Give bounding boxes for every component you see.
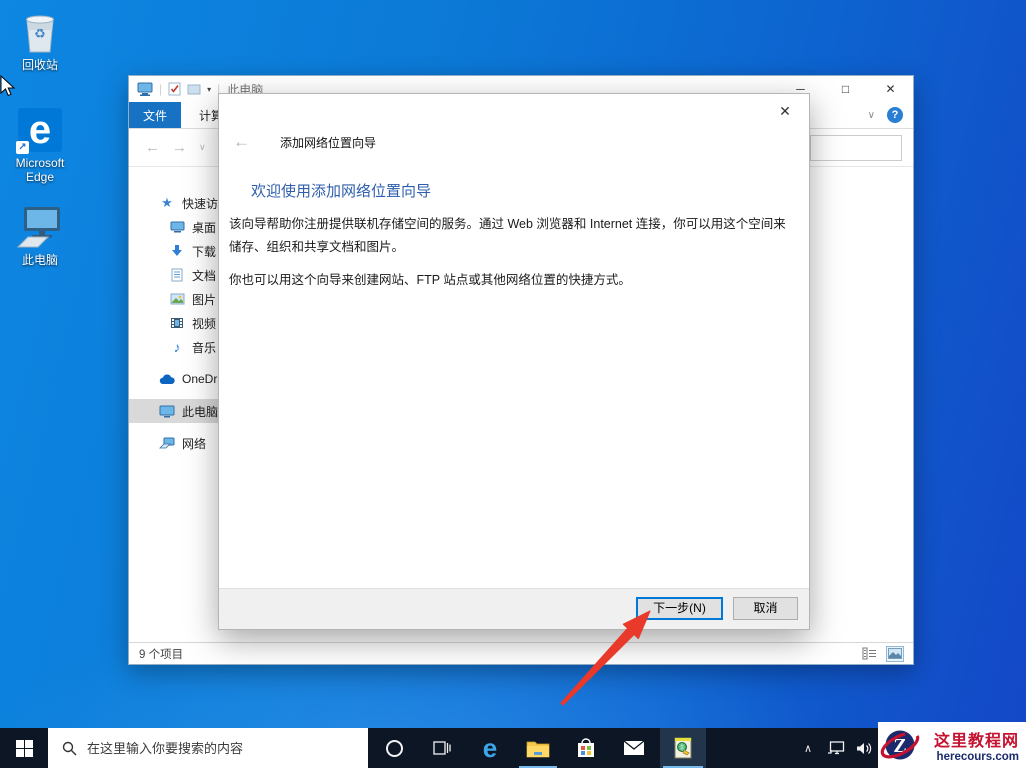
watermark-url: herecours.com <box>936 751 1019 763</box>
wizard-heading: 欢迎使用添加网络位置向导 <box>251 183 432 200</box>
quick-access-toolbar: | ▾ | <box>129 82 220 96</box>
desktop-icon-microsoft-edge[interactable]: e ↗ Microsoft Edge <box>0 108 80 184</box>
watermark: Z 这里教程网 herecours.com <box>878 722 1026 768</box>
star-icon: ★ <box>161 195 173 210</box>
desktop-icon-recycle-bin[interactable]: ♻ 回收站 <box>0 10 80 72</box>
cancel-button[interactable]: 取消 <box>733 597 798 620</box>
network-status-icon <box>828 741 845 755</box>
task-view-icon <box>433 741 451 755</box>
music-icon: ♪ <box>173 339 181 355</box>
mail-icon <box>623 740 645 755</box>
tray-show-hidden-icons-button[interactable]: ∧ <box>796 728 820 768</box>
maximize-button[interactable]: □ <box>823 76 868 102</box>
taskbar-mail-button[interactable] <box>614 728 654 768</box>
wizard-footer: 下一步(N) 取消 <box>219 588 809 629</box>
video-icon <box>169 315 185 331</box>
network-wizard-icon <box>674 737 692 759</box>
watermark-logo-icon: Z <box>880 730 920 760</box>
this-pc-icon <box>0 205 80 249</box>
recent-locations-icon[interactable]: ∨ <box>199 142 206 153</box>
network-icon <box>159 435 175 451</box>
back-button[interactable]: ← <box>145 139 160 156</box>
cortana-button[interactable] <box>376 728 412 768</box>
help-button[interactable]: ? <box>887 107 903 123</box>
wizard-back-icon: ← <box>233 132 250 151</box>
wizard-description: 该向导帮助你注册提供联机存储空间的服务。通过 Web 浏览器和 Internet… <box>229 217 786 254</box>
store-icon <box>578 737 594 757</box>
add-network-location-wizard: ✕ ← 添加网络位置向导 欢迎使用添加网络位置向导 该向导帮助你注册提供联机存储… <box>218 93 810 630</box>
item-count: 9 个项目 <box>139 648 184 661</box>
cloud-icon <box>159 371 175 387</box>
taskbar-search-input[interactable] <box>87 740 337 756</box>
speaker-icon <box>856 742 871 754</box>
computer-icon <box>137 82 153 96</box>
task-view-button[interactable] <box>422 728 462 768</box>
explorer-search-input[interactable] <box>810 135 902 161</box>
system-tray: ∧ <box>796 728 876 768</box>
desktop: ♻ 回收站 e ↗ Microsoft Edge 此电脑 | ▾ | 此电脑 ─… <box>0 0 1026 768</box>
tray-network-button[interactable] <box>824 728 848 768</box>
desktop-icon-label: 此电脑 <box>21 253 58 267</box>
ribbon-expand-icon[interactable]: ∨ <box>868 110 875 121</box>
chevron-up-icon: ∧ <box>803 742 813 755</box>
properties-icon[interactable] <box>168 82 181 96</box>
desktop-icon <box>169 219 185 235</box>
desktop-icon-label: Microsoft Edge <box>15 156 65 184</box>
start-button[interactable] <box>0 728 48 768</box>
download-icon <box>169 243 185 259</box>
edge-icon: e ↗ <box>16 108 62 154</box>
wizard-title: 添加网络位置向导 <box>280 135 377 150</box>
next-button[interactable]: 下一步(N) <box>636 597 723 620</box>
forward-button[interactable]: → <box>172 139 187 156</box>
details-view-button[interactable] <box>860 646 878 662</box>
shortcut-arrow-icon: ↗ <box>16 141 29 154</box>
taskbar-store-button[interactable] <box>566 728 606 768</box>
desktop-icon-this-pc[interactable]: 此电脑 <box>0 205 80 267</box>
wizard-description-secondary: 你也可以用这个向导来创建网站、FTP 站点或其他网络位置的快捷方式。 <box>229 273 631 287</box>
recycle-bin-icon: ♻ <box>0 10 80 54</box>
search-icon <box>62 741 77 755</box>
document-icon <box>169 267 185 283</box>
status-bar: 9 个项目 <box>129 642 913 664</box>
thumbnail-view-button[interactable] <box>886 645 904 662</box>
watermark-title: 这里教程网 <box>933 733 1019 750</box>
close-button[interactable]: ✕ <box>868 76 913 102</box>
recycle-symbol-icon: ♻ <box>34 26 46 41</box>
cortana-icon <box>385 739 403 757</box>
taskbar-wizard-button[interactable] <box>660 728 706 768</box>
taskbar: e <box>0 728 1026 768</box>
qat-customize-dropdown-icon[interactable]: ▾ <box>207 85 211 94</box>
picture-icon <box>169 291 185 307</box>
file-explorer-icon <box>526 741 550 757</box>
taskbar-file-explorer-button[interactable] <box>516 728 560 768</box>
wizard-close-button[interactable]: ✕ <box>771 100 799 122</box>
desktop-icon-label: 回收站 <box>21 58 58 72</box>
edge-icon: e <box>482 732 498 763</box>
windows-logo-icon <box>15 739 33 757</box>
new-folder-icon[interactable] <box>187 83 201 95</box>
taskbar-edge-button[interactable]: e <box>470 728 510 768</box>
tab-file[interactable]: 文件 <box>129 102 181 128</box>
taskbar-search[interactable] <box>48 728 368 768</box>
mouse-cursor <box>0 75 16 97</box>
computer-icon <box>159 403 175 419</box>
tray-volume-button[interactable] <box>852 728 876 768</box>
